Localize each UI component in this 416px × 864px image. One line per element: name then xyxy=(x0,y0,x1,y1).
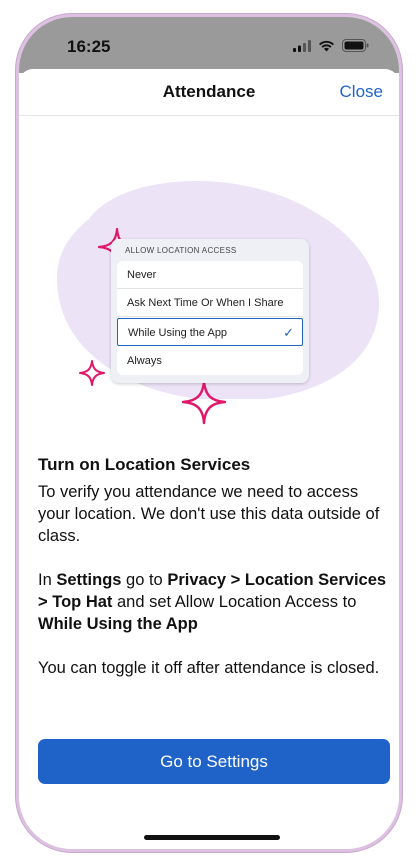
option-while-using: While Using the App ✓ xyxy=(117,318,303,346)
status-time: 16:25 xyxy=(67,37,110,57)
text-while-using: While Using the App xyxy=(38,615,198,633)
text-set-allow: and set Allow Location Access to xyxy=(112,593,356,611)
home-indicator[interactable] xyxy=(144,835,280,840)
nav-bar: Attendance Close xyxy=(19,69,399,116)
signal-icon xyxy=(293,40,311,52)
instructions: Turn on Location Services To verify you … xyxy=(38,455,390,679)
option-while-using-label: While Using the App xyxy=(128,327,227,339)
sparkle-icon-bottom xyxy=(181,379,227,425)
text-settings: Settings xyxy=(56,571,121,589)
phone-frame: 16:25 Attendance Close xyxy=(16,14,402,852)
toggle-paragraph: You can toggle it off after attendance i… xyxy=(38,657,390,679)
section-heading: Turn on Location Services xyxy=(38,455,390,475)
status-bar: 16:25 xyxy=(19,17,399,73)
settings-paragraph: In Settings go to Privacy > Location Ser… xyxy=(38,569,390,635)
text-go-to: go to xyxy=(121,571,167,589)
location-illustration: ALLOW LOCATION ACCESS Never Ask Next Tim… xyxy=(19,159,399,399)
status-icons xyxy=(293,39,369,52)
battery-icon xyxy=(342,39,369,52)
option-always: Always xyxy=(117,347,303,375)
options-group: Never Ask Next Time Or When I Share Whil… xyxy=(117,261,303,375)
card-header: ALLOW LOCATION ACCESS xyxy=(111,239,309,258)
go-to-settings-button[interactable]: Go to Settings xyxy=(38,739,390,784)
location-access-card: ALLOW LOCATION ACCESS Never Ask Next Tim… xyxy=(111,239,309,383)
option-ask-next-time: Ask Next Time Or When I Share xyxy=(117,289,303,317)
close-button[interactable]: Close xyxy=(340,82,383,102)
sparkle-icon-small xyxy=(78,359,106,387)
attendance-sheet: Attendance Close ALLOW LOCATION ACCESS N… xyxy=(19,69,399,849)
option-never: Never xyxy=(117,261,303,289)
checkmark-icon: ✓ xyxy=(283,319,294,347)
verify-paragraph: To verify you attendance we need to acce… xyxy=(38,481,390,547)
wifi-icon xyxy=(318,40,335,52)
text-in: In xyxy=(38,571,56,589)
